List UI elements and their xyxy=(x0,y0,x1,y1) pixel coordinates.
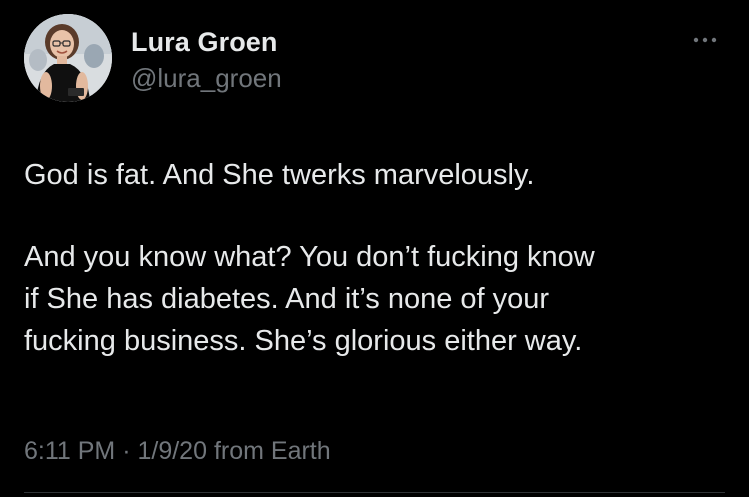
divider xyxy=(24,492,725,493)
tweet-source: from Earth xyxy=(213,437,331,465)
author-display-name[interactable]: Lura Groen xyxy=(131,26,282,58)
author-handle[interactable]: @lura_groen xyxy=(131,62,282,94)
meta-separator: · xyxy=(122,437,131,465)
tweet-date[interactable]: 1/9/20 xyxy=(137,437,207,465)
tweet-paragraph: God is fat. And She twerks marvelously. xyxy=(24,159,535,191)
tweet: Lura Groen @lura_groen God is fat. And S… xyxy=(0,0,749,497)
avatar[interactable] xyxy=(24,14,112,102)
more-horizontal-icon xyxy=(693,37,717,43)
user-info: Lura Groen @lura_groen xyxy=(131,26,282,94)
avatar-photo xyxy=(24,14,112,102)
tweet-meta: 6:11 PM · 1/9/20 from Earth xyxy=(24,434,331,468)
tweet-paragraph: And you know what? You don’t fucking kno… xyxy=(24,241,595,357)
tweet-text: God is fat. And She twerks marvelously. … xyxy=(24,154,724,362)
more-options-button[interactable] xyxy=(688,28,724,52)
tweet-time[interactable]: 6:11 PM xyxy=(24,437,115,465)
